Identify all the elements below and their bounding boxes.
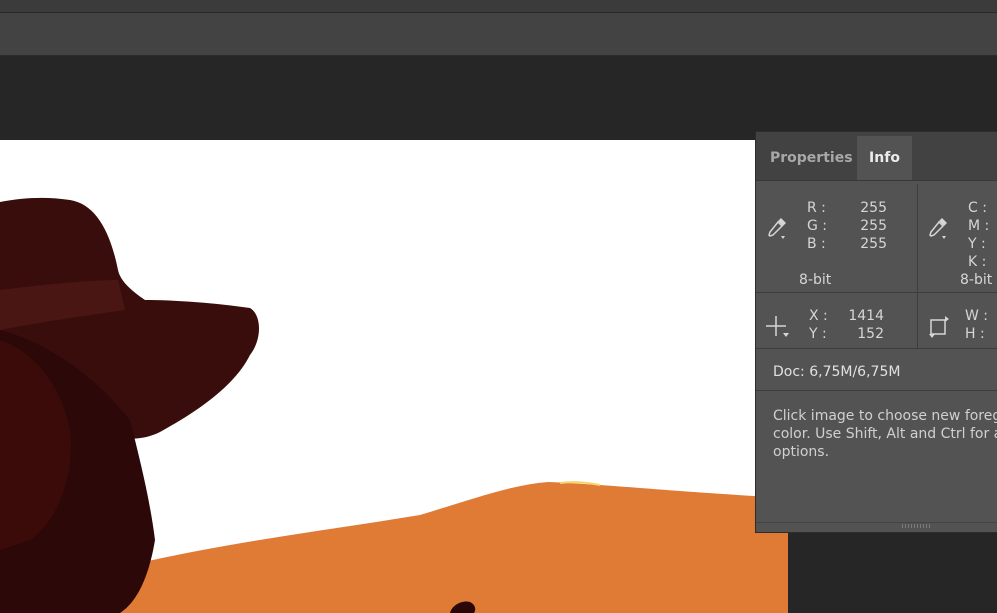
panel-bottom-edge xyxy=(756,522,997,523)
hint-line: color. Use Shift, Alt and Ctrl for addit… xyxy=(773,426,997,442)
g-value: 255 xyxy=(860,218,887,234)
panel-tab-bar: Properties Info xyxy=(756,132,997,181)
k-label: K : xyxy=(968,254,987,270)
divider xyxy=(756,390,997,391)
r-label: R : xyxy=(807,200,826,216)
divider xyxy=(917,293,918,348)
divider xyxy=(917,184,918,292)
desert-dune xyxy=(100,482,788,613)
w-label: W : xyxy=(965,308,989,324)
x-value: 1414 xyxy=(848,308,884,324)
hint-text: Click image to choose new foreground col… xyxy=(773,407,997,461)
resize-grip[interactable] xyxy=(902,524,932,528)
eyedropper-icon[interactable] xyxy=(927,216,949,240)
selection-size-icon[interactable] xyxy=(927,314,951,338)
menu-bar xyxy=(0,0,997,13)
divider xyxy=(756,292,997,293)
options-bar xyxy=(0,13,997,56)
divider xyxy=(756,348,997,349)
m-label: M : xyxy=(968,218,990,234)
h-label: H : xyxy=(965,326,985,342)
tab-properties[interactable]: Properties xyxy=(770,136,853,180)
hint-line: options. xyxy=(773,444,830,460)
y-value: 152 xyxy=(857,326,884,342)
eyedropper-icon[interactable] xyxy=(766,216,788,240)
c-label: C : xyxy=(968,200,987,216)
info-panel: Properties Info R : G : B : 255 255 255 … xyxy=(755,131,997,533)
r-value: 255 xyxy=(860,200,887,216)
cmyk-bit-depth[interactable]: 8-bit xyxy=(960,272,992,288)
document-canvas[interactable] xyxy=(0,140,788,613)
crosshair-icon[interactable] xyxy=(766,316,790,338)
tab-info[interactable]: Info xyxy=(857,136,912,180)
y-label: Y : xyxy=(968,236,986,252)
hint-line: Click image to choose new foreground xyxy=(773,408,997,424)
b-value: 255 xyxy=(860,236,887,252)
canvas-artwork xyxy=(0,197,788,613)
g-label: G : xyxy=(807,218,828,234)
b-label: B : xyxy=(807,236,826,252)
rgb-bit-depth[interactable]: 8-bit xyxy=(799,272,831,288)
doc-size: Doc: 6,75M/6,75M xyxy=(773,364,901,380)
